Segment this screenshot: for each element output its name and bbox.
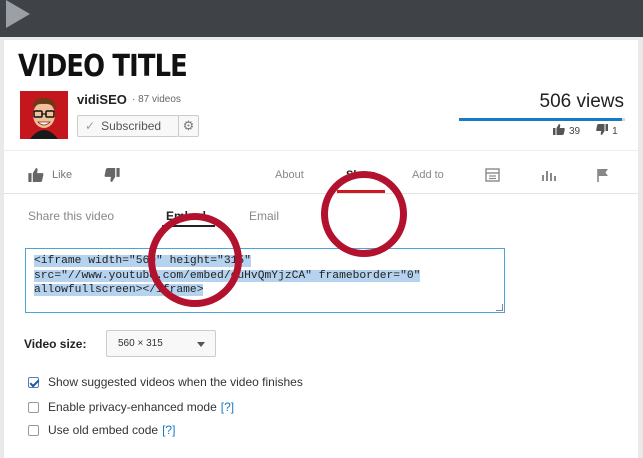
subtab-email[interactable]: Email — [249, 209, 279, 223]
resize-handle[interactable] — [496, 304, 503, 311]
privacy-help-link[interactable]: [?] — [221, 400, 234, 414]
transcript-icon — [485, 168, 500, 182]
old-embed-help-link[interactable]: [?] — [162, 423, 175, 437]
like-ratio-bar — [459, 118, 625, 121]
action-bar: Like About Share Add to — [4, 160, 638, 192]
flag-icon — [597, 169, 608, 182]
thumbs-down-icon — [104, 168, 120, 182]
thumbs-up-icon — [553, 124, 565, 138]
thumbs-up-icon — [28, 168, 44, 182]
option-label: Show suggested videos when the video fin… — [48, 375, 303, 389]
checkmark-icon: ✓ — [85, 119, 96, 133]
transcript-button[interactable] — [485, 160, 500, 190]
tab-about[interactable]: About — [275, 160, 304, 190]
chevron-down-icon — [197, 342, 205, 347]
statistics-icon — [542, 171, 556, 181]
video-title: VIDEO TITLE — [18, 49, 188, 84]
option-old-embed[interactable]: Use old embed code [?] — [28, 423, 175, 437]
like-count: 39 — [569, 125, 581, 137]
view-count: 506 views — [539, 91, 625, 112]
watch-card: VIDEO TITLE vidiSEO · 87 videos ✓ Subscr… — [4, 40, 638, 458]
show-suggested-checkbox[interactable] — [28, 376, 39, 388]
like-ratio-fill — [459, 118, 622, 121]
option-show-suggested[interactable]: Show suggested videos when the video fin… — [28, 375, 303, 389]
privacy-enhanced-checkbox[interactable] — [28, 401, 39, 413]
annotation-circle-embed — [148, 213, 242, 307]
tab-add-to[interactable]: Add to — [412, 160, 444, 190]
channel-video-count: · 87 videos — [132, 94, 181, 105]
statistics-button[interactable] — [541, 160, 556, 190]
video-size-select[interactable]: 560 × 315 — [106, 330, 216, 357]
annotation-circle-share — [321, 171, 407, 257]
subtab-share-this-video[interactable]: Share this video — [28, 209, 114, 223]
subscribed-label: Subscribed — [101, 119, 162, 133]
player-top-bar — [0, 0, 643, 37]
dislike-button[interactable] — [104, 160, 120, 190]
option-label: Use old embed code — [48, 423, 159, 437]
subscribed-button[interactable]: ✓ Subscribed — [77, 115, 179, 137]
report-button[interactable] — [596, 160, 610, 190]
gear-icon: ⚙ — [182, 118, 195, 133]
divider — [4, 193, 638, 194]
subscription-settings-button[interactable]: ⚙ — [178, 115, 199, 137]
video-size-label: Video size: — [24, 337, 87, 351]
like-button[interactable]: Like — [28, 160, 72, 190]
video-size-value: 560 × 315 — [118, 338, 163, 349]
like-dislike-counts: 39 1 — [553, 124, 618, 138]
option-label: Enable privacy-enhanced mode — [48, 400, 217, 414]
play-icon[interactable] — [6, 0, 30, 28]
channel-name[interactable]: vidiSEO — [77, 92, 127, 107]
old-embed-checkbox[interactable] — [28, 424, 39, 436]
dislike-count: 1 — [612, 125, 618, 137]
thumbs-down-icon — [596, 124, 609, 138]
option-privacy-enhanced[interactable]: Enable privacy-enhanced mode [?] — [28, 400, 234, 414]
embed-code-textarea[interactable]: <iframe width="560" height="315" src="//… — [25, 248, 505, 313]
divider — [4, 150, 638, 151]
channel-avatar[interactable] — [20, 91, 68, 139]
like-label: Like — [52, 169, 73, 181]
